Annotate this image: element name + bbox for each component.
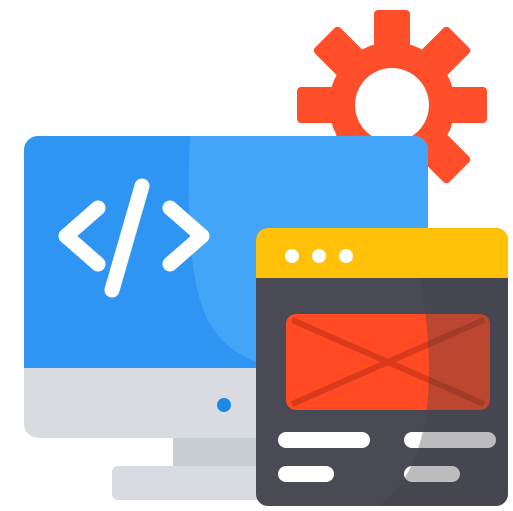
developer-illustration (0, 0, 513, 511)
browser-window-icon (256, 228, 508, 506)
browser-text-line-3 (278, 466, 334, 482)
browser-dot-1 (285, 249, 299, 263)
browser-text-line-1 (278, 432, 370, 448)
monitor-power-led (217, 398, 231, 412)
illustration-svg (24, 10, 508, 506)
browser-dot-3 (339, 249, 353, 263)
gear-hole (355, 68, 429, 142)
browser-dot-2 (312, 249, 326, 263)
